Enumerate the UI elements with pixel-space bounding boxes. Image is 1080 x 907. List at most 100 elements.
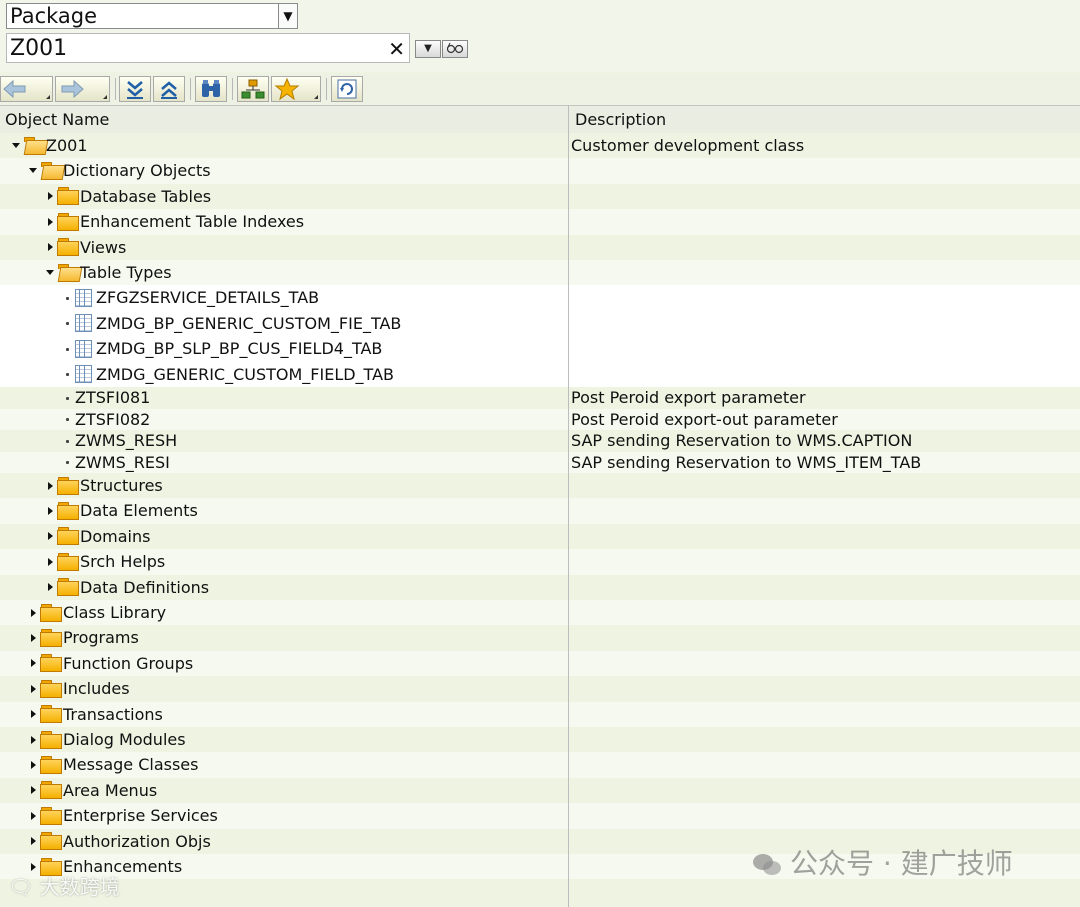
tree-node-label[interactable]: Authorization Objs <box>63 829 211 854</box>
tree-node-label[interactable]: Structures <box>80 473 163 498</box>
tree-node-label[interactable]: Dialog Modules <box>63 727 186 752</box>
tree-node-label[interactable]: Message Classes <box>63 752 198 777</box>
expand-all-button[interactable] <box>119 76 151 102</box>
tree-node[interactable]: Database Tables <box>0 183 1080 210</box>
tree-node[interactable]: ZTSFI082 Post Peroid export-out parameter <box>0 408 1080 431</box>
tree-node-label[interactable]: Area Menus <box>63 778 157 803</box>
tree-node[interactable]: Message Classes <box>0 752 1080 778</box>
tree-node[interactable]: Views <box>0 234 1080 260</box>
object-type-dropdown[interactable]: Package ▼ <box>6 3 298 29</box>
tree-node[interactable]: Data Definitions <box>0 574 1080 600</box>
find-button[interactable] <box>195 76 227 102</box>
collapsed-node-toggle-icon[interactable] <box>48 507 53 516</box>
tree-node[interactable]: Programs <box>0 625 1080 651</box>
tree-node[interactable]: ZTSFI081 Post Peroid export parameter <box>0 387 1080 409</box>
tree-node-label[interactable]: ZMDG_BP_GENERIC_CUSTOM_FIE_TAB <box>96 311 401 336</box>
folder-icon <box>57 212 79 231</box>
tree-node[interactable]: Z001 Customer development class <box>0 133 1080 159</box>
collapsed-node-toggle-icon[interactable] <box>31 608 36 617</box>
tree-node[interactable]: Dialog Modules <box>0 727 1080 753</box>
tree-node[interactable]: ZWMS_RESI SAP sending Reservation to WMS_… <box>0 451 1080 474</box>
collapsed-node-toggle-icon[interactable] <box>31 761 36 770</box>
tree-node[interactable]: Enhancement Table Indexes <box>0 209 1080 235</box>
tree-node[interactable]: Dictionary Objects <box>0 158 1080 184</box>
tree-node-label[interactable]: Database Tables <box>80 184 211 209</box>
hierarchy-button[interactable] <box>237 76 269 102</box>
tree-node[interactable]: ZFGZSERVICE_DETAILS_TAB <box>0 285 1080 311</box>
collapsed-node-toggle-icon[interactable] <box>48 532 53 541</box>
chevron-down-icon[interactable]: ▼ <box>278 4 297 28</box>
favorites-button[interactable] <box>271 76 321 102</box>
tree-node-label[interactable]: Enhancement Table Indexes <box>80 209 304 234</box>
column-header-object-name[interactable]: Object Name <box>5 106 109 133</box>
collapsed-node-toggle-icon[interactable] <box>48 192 53 201</box>
tree-node-label[interactable]: ZMDG_GENERIC_CUSTOM_FIELD_TAB <box>96 362 394 387</box>
collapsed-node-toggle-icon[interactable] <box>31 634 36 643</box>
tree-node-description: SAP sending Reservation to WMS.CAPTION <box>571 431 913 450</box>
tree-node-label[interactable]: Views <box>80 235 126 260</box>
tree-node-label[interactable]: Data Definitions <box>80 575 209 600</box>
collapsed-node-toggle-icon[interactable] <box>31 837 36 846</box>
tree-node-label[interactable]: Programs <box>63 625 139 650</box>
collapsed-node-toggle-icon[interactable] <box>48 243 53 252</box>
tree-node[interactable]: ZMDG_GENERIC_CUSTOM_FIELD_TAB <box>0 361 1080 387</box>
collapsed-node-toggle-icon[interactable] <box>31 710 36 719</box>
tree-node-label[interactable]: Class Library <box>63 600 166 625</box>
tree-node[interactable]: Structures <box>0 473 1080 499</box>
tree-node[interactable]: Function Groups <box>0 650 1080 677</box>
tree-node[interactable]: Area Menus <box>0 777 1080 804</box>
collapsed-node-toggle-icon[interactable] <box>31 862 36 871</box>
tree-node-label[interactable]: Domains <box>80 524 150 549</box>
tree-node-label[interactable]: Z001 <box>46 133 88 158</box>
collapse-all-button[interactable] <box>153 76 185 102</box>
collapsed-node-toggle-icon[interactable] <box>31 786 36 795</box>
column-divider[interactable] <box>568 105 569 907</box>
collapsed-node-toggle-icon[interactable] <box>31 684 36 693</box>
collapsed-node-toggle-icon[interactable] <box>31 811 36 820</box>
display-glasses-button[interactable] <box>442 40 468 58</box>
expanded-node-toggle-icon[interactable] <box>12 142 20 148</box>
leaf-bullet-icon <box>66 373 69 377</box>
tree-node-label[interactable]: Includes <box>63 676 130 701</box>
tree-node-label[interactable]: Function Groups <box>63 651 193 676</box>
tree-node[interactable]: Table Types <box>0 260 1080 286</box>
tree-node[interactable]: Srch Helps <box>0 549 1080 575</box>
collapsed-node-toggle-icon[interactable] <box>48 481 53 490</box>
tree-node-label[interactable]: ZWMS_RESI <box>75 452 170 474</box>
object-name-input[interactable]: Z001 ✕ <box>6 33 410 63</box>
history-dropdown-button[interactable]: ▼ <box>415 40 441 58</box>
tree-node[interactable]: Enterprise Services <box>0 803 1080 829</box>
expanded-node-toggle-icon[interactable] <box>29 168 37 174</box>
forward-button[interactable] <box>55 76 110 102</box>
tree-node[interactable]: ZWMS_RESH SAP sending Reservation to WMS.… <box>0 430 1080 452</box>
tree-node[interactable]: Includes <box>0 676 1080 702</box>
tree-node[interactable]: Transactions <box>0 701 1080 727</box>
collapsed-node-toggle-icon[interactable] <box>48 217 53 226</box>
tree-node-label[interactable]: Table Types <box>80 260 172 285</box>
tree-node-label[interactable]: Data Elements <box>80 498 198 523</box>
back-button[interactable] <box>0 76 53 102</box>
expanded-node-toggle-icon[interactable] <box>46 269 54 275</box>
tree-node-label[interactable]: ZFGZSERVICE_DETAILS_TAB <box>96 285 319 310</box>
tree-node[interactable]: Domains <box>0 523 1080 550</box>
tree-node[interactable]: ZMDG_BP_SLP_BP_CUS_FIELD4_TAB <box>0 336 1080 362</box>
tree-node-label[interactable]: ZMDG_BP_SLP_BP_CUS_FIELD4_TAB <box>96 336 382 361</box>
tree-node-label[interactable]: ZTSFI081 <box>75 387 150 409</box>
collapsed-node-toggle-icon[interactable] <box>48 583 53 592</box>
column-header-description[interactable]: Description <box>575 106 666 133</box>
clear-icon[interactable]: ✕ <box>388 34 405 64</box>
tree-node[interactable]: Class Library <box>0 600 1080 626</box>
collapsed-node-toggle-icon[interactable] <box>31 659 36 668</box>
tree-node[interactable]: Data Elements <box>0 498 1080 524</box>
tree-node-label[interactable]: ZTSFI082 <box>75 409 150 431</box>
tree-node[interactable]: ZMDG_BP_GENERIC_CUSTOM_FIE_TAB <box>0 310 1080 337</box>
collapsed-node-toggle-icon[interactable] <box>48 557 53 566</box>
tree-node-label[interactable]: Transactions <box>63 702 163 727</box>
tree-node-label[interactable]: ZWMS_RESH <box>75 430 177 452</box>
tree-node-label[interactable]: Srch Helps <box>80 549 165 574</box>
refresh-button[interactable] <box>331 76 363 102</box>
tree-node-label[interactable]: Enterprise Services <box>63 803 218 828</box>
tree-node-label[interactable]: Dictionary Objects <box>63 158 211 183</box>
collapsed-node-toggle-icon[interactable] <box>31 735 36 744</box>
tree-empty-area <box>0 879 1080 907</box>
